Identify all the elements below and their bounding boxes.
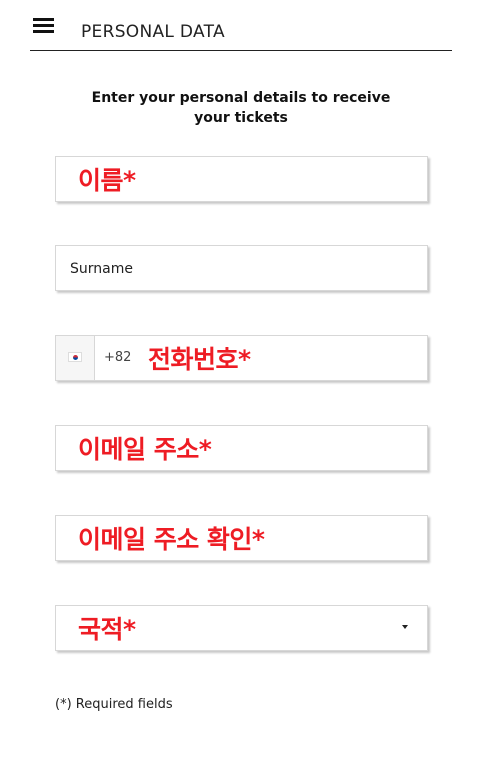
- flag-emblem: [73, 355, 78, 360]
- nationality-select[interactable]: 국적*: [55, 605, 428, 651]
- email-label: 이메일 주소*: [78, 435, 212, 464]
- phone-label: 전화번호*: [148, 345, 251, 374]
- email-confirm-label: 이메일 주소 확인*: [78, 525, 265, 554]
- hamburger-menu-icon[interactable]: [33, 17, 54, 33]
- surname-field[interactable]: Surname: [55, 245, 428, 291]
- menu-bar: [33, 24, 54, 27]
- page-title: PERSONAL DATA: [81, 22, 225, 42]
- phone-field[interactable]: +82 전화번호*: [55, 335, 428, 381]
- email-confirm-field[interactable]: 이메일 주소 확인*: [55, 515, 428, 561]
- menu-bar: [33, 30, 54, 33]
- email-field[interactable]: 이메일 주소*: [55, 425, 428, 471]
- chevron-down-icon: [402, 625, 408, 629]
- dial-code: +82: [104, 350, 132, 365]
- menu-bar: [33, 18, 54, 21]
- south-korea-flag-icon: [68, 352, 82, 362]
- page-header: PERSONAL DATA: [30, 0, 452, 51]
- first-name-label: 이름*: [78, 166, 136, 195]
- required-fields-note: (*) Required fields: [55, 697, 173, 712]
- surname-placeholder: Surname: [70, 261, 133, 277]
- first-name-field[interactable]: 이름*: [55, 156, 428, 202]
- form-instruction: Enter your personal details to receive y…: [91, 90, 391, 126]
- nationality-label: 국적*: [78, 615, 136, 644]
- country-code-selector[interactable]: [56, 336, 95, 380]
